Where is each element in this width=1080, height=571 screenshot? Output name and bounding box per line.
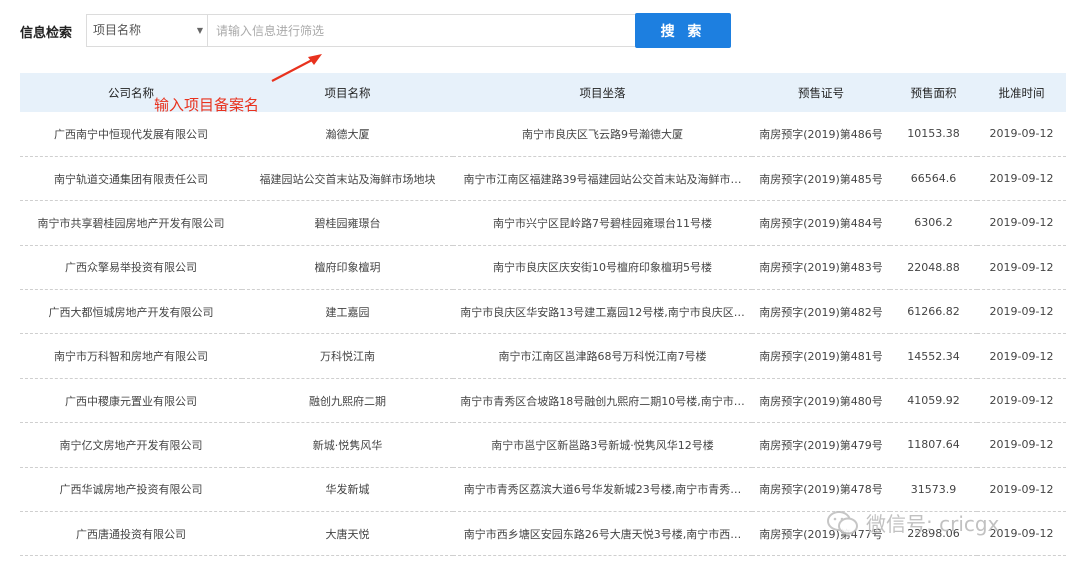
cell-date: 2019-09-12 [989, 305, 1054, 319]
column-header-permit: 预售证号 [798, 85, 844, 100]
cell-location: 南宁市江南区福建路39号福建园站公交首末站及海鲜市… [463, 172, 742, 186]
cell-project: 瀚德大厦 [325, 127, 370, 141]
table-row[interactable]: 广西中稷康元置业有限公司 融创九熙府二期 南宁市青秀区合坡路18号融创九熙府二期… [20, 378, 1066, 423]
table-row[interactable]: 广西华诚房地产投资有限公司 华发新城 南宁市青秀区荔滨大道6号华发新城23号楼,… [20, 467, 1066, 512]
cell-project: 万科悦江南 [320, 350, 375, 364]
cell-date: 2019-09-12 [989, 349, 1054, 363]
cell-permit: 南房预字(2019)第486号 [759, 127, 883, 141]
cell-permit: 南房预字(2019)第478号 [759, 483, 883, 497]
cell-date: 2019-09-12 [989, 394, 1054, 408]
cell-project: 福建园站公交首末站及海鲜市场地块 [259, 172, 436, 186]
cell-location: 南宁市青秀区合坡路18号融创九熙府二期10号楼,南宁市… [460, 394, 745, 408]
cell-permit: 南房预字(2019)第481号 [759, 350, 883, 364]
cell-permit: 南房预字(2019)第484号 [759, 216, 883, 230]
cell-company: 广西众擎易举投资有限公司 [65, 261, 197, 275]
table-body: 广西南宁中恒现代发展有限公司 瀚德大厦 南宁市良庆区飞云路9号瀚德大厦 南房预字… [20, 112, 1066, 556]
cell-date: 2019-09-12 [989, 260, 1054, 274]
table-row[interactable]: 广西南宁中恒现代发展有限公司 瀚德大厦 南宁市良庆区飞云路9号瀚德大厦 南房预字… [20, 112, 1066, 157]
cell-location: 南宁市兴宁区昆岭路7号碧桂园雍璟台11号楼 [493, 216, 712, 230]
cell-area: 61266.82 [907, 305, 960, 319]
cell-permit: 南房预字(2019)第480号 [759, 394, 883, 408]
column-header-date: 批准时间 [998, 85, 1045, 100]
cell-date: 2019-09-12 [989, 438, 1054, 452]
results-table: 公司名称 项目名称 项目坐落 预售证号 预售面积 批准时间 广西南宁中恒现代发展… [20, 73, 1066, 556]
cell-location: 南宁市良庆区华安路13号建工嘉园12号楼,南宁市良庆区… [460, 305, 745, 319]
watermark-text: 微信号: cricgx [866, 512, 1000, 536]
annotation-text: 输入项目备案名 [154, 96, 260, 114]
cell-date: 2019-09-12 [989, 482, 1054, 496]
cell-permit: 南房预字(2019)第482号 [759, 305, 883, 319]
cell-project: 碧桂园雍璟台 [314, 216, 381, 230]
search-field-select[interactable]: 项目名称 ▼ [86, 14, 207, 47]
cell-area: 22048.88 [907, 260, 960, 274]
cell-location: 南宁市西乡塘区安园东路26号大唐天悦3号楼,南宁市西… [463, 527, 742, 541]
table-row[interactable]: 南宁市共享碧桂园房地产开发有限公司 碧桂园雍璟台 南宁市兴宁区昆岭路7号碧桂园雍… [20, 201, 1066, 246]
column-header-location: 项目坐落 [579, 85, 626, 100]
cell-date: 2019-09-12 [989, 216, 1054, 230]
wechat-logo-icon [827, 510, 858, 534]
search-input[interactable] [207, 14, 636, 47]
annotation-arrow-icon [271, 54, 322, 82]
cell-project: 建工嘉园 [325, 305, 370, 319]
cell-location: 南宁市青秀区荔滨大道6号华发新城23号楼,南宁市青秀… [463, 483, 742, 497]
cell-company: 南宁市万科智和房地产有限公司 [54, 350, 208, 364]
cell-location: 南宁市江南区邕津路68号万科悦江南7号楼 [498, 350, 707, 364]
cell-date: 2019-09-12 [989, 172, 1054, 186]
search-label: 信息检索 [20, 26, 73, 41]
cell-date: 2019-09-12 [989, 127, 1054, 141]
table-row[interactable]: 广西大都恒城房地产开发有限公司 建工嘉园 南宁市良庆区华安路13号建工嘉园12号… [20, 290, 1066, 334]
cell-project: 大唐天悦 [325, 527, 370, 541]
cell-company: 南宁轨道交通集团有限责任公司 [54, 172, 208, 186]
caret-down-icon: ▼ [196, 26, 203, 35]
cell-company: 广西中稷康元置业有限公司 [65, 394, 197, 408]
cell-permit: 南房预字(2019)第485号 [759, 172, 883, 186]
select-value: 项目名称 [93, 23, 142, 37]
cell-location: 南宁市良庆区飞云路9号瀚德大厦 [522, 127, 683, 141]
cell-company: 广西华诚房地产投资有限公司 [59, 483, 203, 497]
column-header-area: 预售面积 [910, 85, 957, 100]
cell-project: 融创九熙府二期 [309, 394, 386, 408]
cell-area: 6306.2 [914, 216, 953, 230]
cell-area: 41059.92 [907, 394, 960, 408]
cell-area: 10153.38 [907, 127, 960, 141]
table-row[interactable]: 广西众擎易举投资有限公司 檀府印象檀玥 南宁市良庆区庆安街10号檀府印象檀玥5号… [20, 245, 1066, 290]
cell-permit: 南房预字(2019)第483号 [759, 261, 883, 275]
cell-project: 新城·悦隽风华 [312, 438, 383, 452]
cell-project: 檀府印象檀玥 [314, 261, 381, 275]
cell-company: 广西南宁中恒现代发展有限公司 [54, 127, 208, 141]
cell-area: 11807.64 [907, 438, 960, 452]
cell-company: 广西大都恒城房地产开发有限公司 [48, 305, 214, 319]
search-button[interactable]: 搜 索 [635, 13, 731, 48]
cell-area: 66564.6 [910, 172, 957, 186]
table-row[interactable]: 南宁市万科智和房地产有限公司 万科悦江南 南宁市江南区邕津路68号万科悦江南7号… [20, 334, 1066, 379]
cell-permit: 南房预字(2019)第479号 [759, 438, 883, 452]
table-row[interactable]: 南宁亿文房地产开发有限公司 新城·悦隽风华 南宁市邕宁区新邕路3号新城·悦隽风华… [20, 423, 1066, 468]
cell-location: 南宁市邕宁区新邕路3号新城·悦隽风华12号楼 [491, 438, 714, 452]
cell-company: 南宁市共享碧桂园房地产开发有限公司 [37, 216, 225, 230]
cell-project: 华发新城 [325, 483, 370, 497]
cell-area: 14552.34 [907, 349, 960, 363]
cell-company: 广西唐通投资有限公司 [76, 527, 186, 541]
wechat-watermark: 微信号: cricgx [826, 508, 999, 537]
cell-location: 南宁市良庆区庆安街10号檀府印象檀玥5号楼 [493, 261, 712, 275]
cell-area: 31573.9 [910, 482, 957, 496]
table-row[interactable]: 南宁轨道交通集团有限责任公司 福建园站公交首末站及海鲜市场地块 南宁市江南区福建… [20, 156, 1066, 201]
cell-company: 南宁亿文房地产开发有限公司 [59, 438, 203, 452]
